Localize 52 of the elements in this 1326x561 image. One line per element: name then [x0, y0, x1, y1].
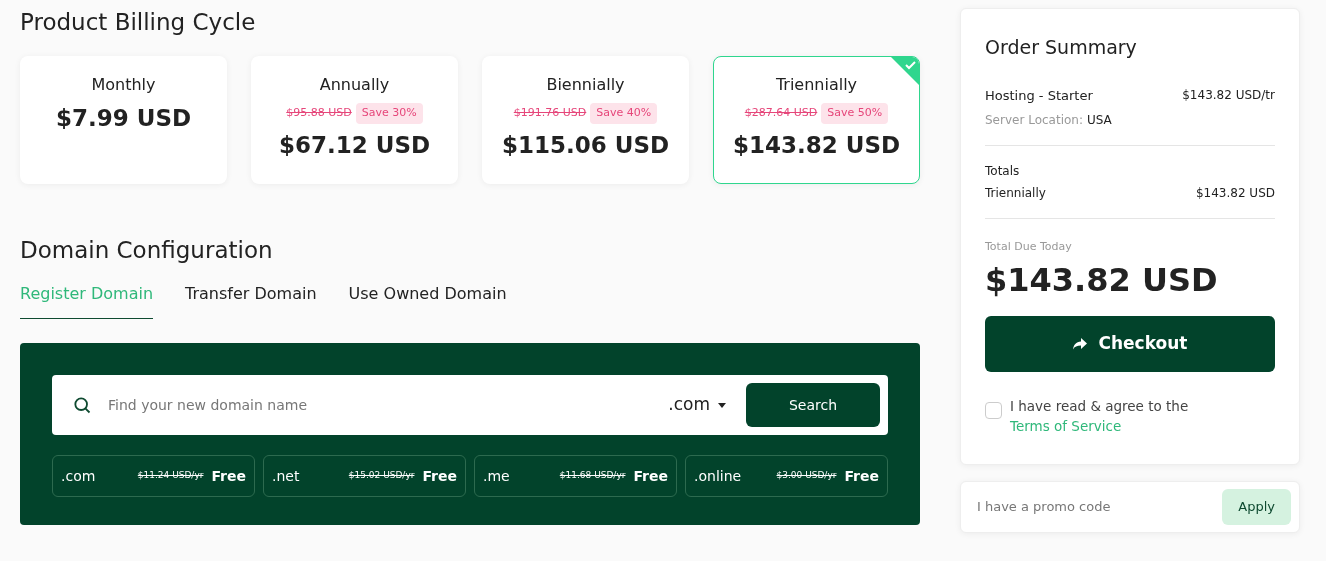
old-price: $191.76 USD	[513, 105, 587, 121]
domain-suggestion[interactable]: .online $3.00 USD/yr Free	[685, 455, 888, 497]
domain-suggestion[interactable]: .me $11.68 USD/yr Free	[474, 455, 677, 497]
price: Free	[422, 466, 457, 486]
old-price: $11.68 USD/yr	[559, 469, 626, 483]
search-icon	[72, 395, 92, 415]
discount-badge: Save 50%	[821, 103, 889, 124]
caret-icon	[718, 402, 726, 408]
checkout-button[interactable]: Checkout	[985, 315, 1275, 372]
billing-option[interactable]: Triennially $287.64 USD Save 50% $143.82 USD	[713, 56, 920, 184]
cycle-price: $143.82 USD	[1195, 185, 1275, 202]
domain-search-field[interactable]: Find your new domain name	[108, 394, 669, 416]
product-name: Hosting - Starter	[985, 86, 1093, 105]
price: Free	[844, 466, 879, 486]
total-due-label: Total Due Today	[985, 239, 1073, 255]
section-title: Domain Configuration	[20, 236, 273, 265]
search-button[interactable]: Search	[746, 383, 880, 427]
totals-label: Totals	[985, 163, 1021, 180]
old-price: $95.88 USD	[286, 105, 352, 121]
old-price: $11.24 USD/yr	[137, 469, 204, 483]
location-label: Server Location:	[985, 112, 1083, 129]
product-price: $143.82 USD/tr	[1182, 86, 1275, 104]
price: $143.82 USD	[732, 130, 901, 160]
old-price: $3.00 USD/yr	[776, 469, 837, 483]
check-corner-icon	[891, 57, 919, 85]
promo-field[interactable]: I have a promo code Apply	[960, 480, 1300, 533]
discount-badge: Save 30%	[355, 103, 423, 124]
billing-option[interactable]: Biennially $191.76 USD Save 40% $115.06 USD	[482, 56, 689, 184]
discount-badge: Save 40%	[590, 103, 658, 124]
section-title: Product Billing Cycle	[20, 8, 256, 37]
domain-tab[interactable]: Transfer Domain	[185, 282, 317, 319]
cycle-name: Triennially	[985, 185, 1046, 202]
billing-option[interactable]: Annually $95.88 USD Save 30% $67.12 USD	[251, 56, 458, 184]
price: Free	[633, 466, 668, 486]
domain-tab[interactable]: Use Owned Domain	[348, 282, 507, 319]
card-title: Order Summary	[985, 35, 1138, 60]
price: $7.99 USD	[55, 104, 192, 133]
location-value: USA	[1086, 112, 1112, 129]
tld-dropdown[interactable]: .com	[668, 392, 726, 418]
price: $115.06 USD	[501, 130, 670, 160]
old-price: $287.64 USD	[744, 105, 818, 121]
billing-option[interactable]: Monthly $7.99 USD	[20, 56, 227, 184]
price: Free	[211, 466, 246, 486]
total-due: $143.82 USD	[985, 259, 1219, 300]
price: $67.12 USD	[278, 130, 431, 160]
apply-button[interactable]: Apply	[1222, 488, 1291, 525]
domain-suggestion[interactable]: .net $15.02 USD/yr Free	[263, 455, 466, 497]
terms-text: I have read & agree to the Terms of Service	[1010, 396, 1190, 436]
domain-suggestion[interactable]: .com $11.24 USD/yr Free	[52, 455, 255, 497]
terms-checkbox[interactable]	[985, 401, 1002, 419]
old-price: $15.02 USD/yr	[348, 469, 415, 483]
share-arrow-icon	[1072, 337, 1087, 350]
